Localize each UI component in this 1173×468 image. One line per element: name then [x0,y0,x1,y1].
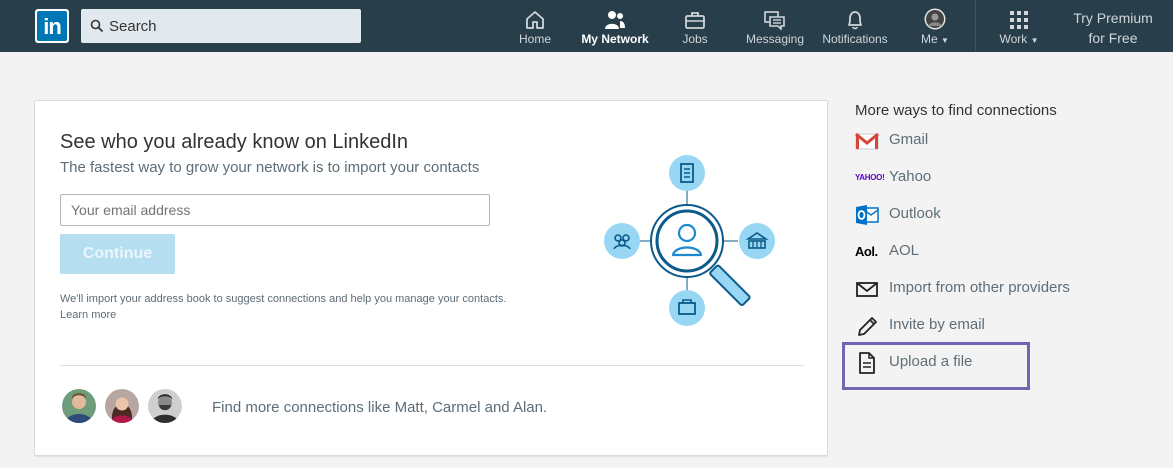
sidebar-title: More ways to find connections [855,102,1057,119]
provider-import-other[interactable]: Import from other providers [855,275,1115,305]
linkedin-logo[interactable]: in [35,9,69,43]
avatar-alan-image [148,389,182,423]
me-avatar [924,8,946,30]
nav-work[interactable]: Work ▼ [996,0,1042,52]
network-icon [605,11,625,29]
linkedin-logo-text: in [37,11,67,41]
nav-jobs[interactable]: Jobs [672,0,718,52]
avatar-matt-image [62,389,96,423]
learn-more-link[interactable]: Learn more [60,307,580,323]
grid-icon [1010,11,1028,29]
try-premium-link[interactable]: Try Premium for Free [1060,8,1166,48]
provider-gmail[interactable]: Gmail [855,127,1115,157]
messaging-icon [764,11,785,30]
aol-icon: Aol. [855,244,878,259]
nav-messaging-label: Messaging [745,32,805,46]
import-note-text: We'll import your address book to sugges… [60,293,507,305]
search-icon [90,19,104,33]
provider-invite-email[interactable]: Invite by email [855,312,1115,342]
import-contacts-card: See who you already know on LinkedIn The… [34,100,828,456]
yahoo-icon: YAHOO! [855,173,885,182]
nav-jobs-label: Jobs [682,32,708,46]
home-icon [526,11,544,29]
provider-outlook[interactable]: Outlook [855,201,1115,231]
top-navbar: in Home My Network Jobs Messaging Notifi… [0,0,1173,52]
envelope-icon [856,282,878,297]
nav-home-label: Home [518,32,551,46]
find-more-connections: Find more connections like Matt, Carmel … [212,399,548,416]
premium-line-1: Try Premium [1073,10,1153,26]
avatar-carmel-image [105,389,139,423]
upload-file-highlight [842,342,1030,390]
card-divider [60,365,804,366]
avatar-matt [62,389,96,423]
provider-aol-label: AOL [889,242,920,259]
pencil-icon [858,317,877,336]
provider-outlook-label: Outlook [889,205,941,222]
nav-me-label: Me ▼ [921,32,949,46]
nav-notifications-label: Notifications [822,32,888,46]
search-box[interactable] [81,9,361,43]
continue-button[interactable]: Continue [60,234,175,274]
search-input[interactable] [109,9,354,43]
gmail-icon [855,132,879,150]
nav-me[interactable]: Me ▼ [914,0,956,52]
nav-my-network-label: My Network [581,32,649,46]
provider-import-other-label: Import from other providers [889,279,1070,296]
outlook-icon [856,205,879,225]
email-field[interactable] [60,194,490,226]
nav-home[interactable]: Home [512,0,558,52]
avatar-alan [148,389,182,423]
nav-my-network[interactable]: My Network [580,0,650,52]
chevron-down-icon: ▼ [941,36,949,45]
bell-icon [848,11,862,30]
provider-invite-email-label: Invite by email [889,316,985,333]
provider-gmail-label: Gmail [889,131,929,148]
chevron-down-icon: ▼ [1030,36,1039,45]
briefcase-icon [685,12,705,29]
network-search-illustration [604,155,775,326]
import-note: We'll import your address book to sugges… [60,291,580,323]
provider-yahoo-label: Yahoo [889,168,932,185]
nav-notifications[interactable]: Notifications [818,0,892,52]
nav-work-label: Work ▼ [999,32,1039,46]
card-title: See who you already know on LinkedIn [60,131,409,153]
provider-aol[interactable]: Aol. AOL [855,238,1115,268]
avatar-carmel [105,389,139,423]
nav-messaging[interactable]: Messaging [744,0,806,52]
provider-yahoo[interactable]: YAHOO! Yahoo [855,164,1115,194]
card-subtitle: The fastest way to grow your network is … [60,159,480,176]
nav-divider [975,0,976,52]
premium-line-2: for Free [1088,30,1138,46]
